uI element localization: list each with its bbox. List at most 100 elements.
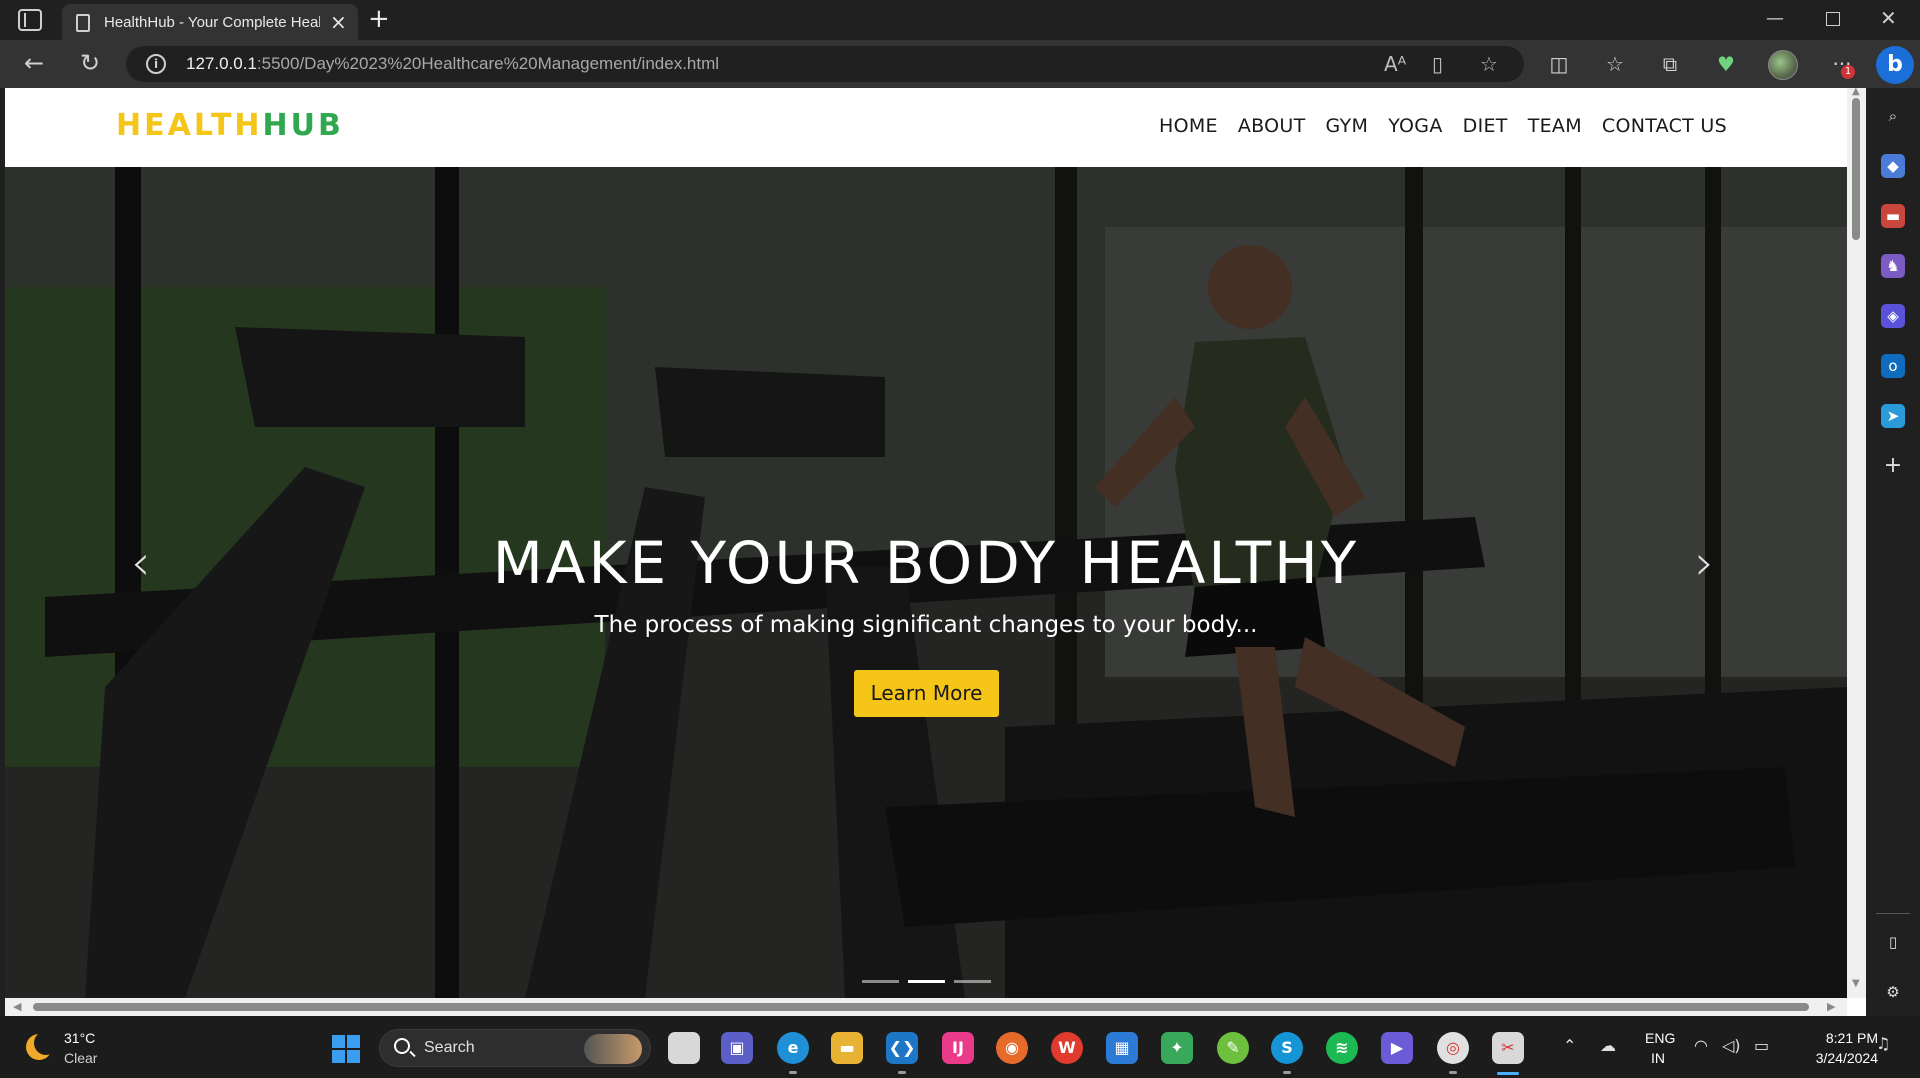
drop-send-icon[interactable]: ➤	[1881, 404, 1905, 428]
edge-sidebar: ⌕ ◆ ▬ ♞ ◈ o ➤ + ▯ ⚙	[1866, 88, 1920, 1016]
skype-icon[interactable]: S	[1271, 1032, 1303, 1064]
read-aloud-icon[interactable]: Aᴬ	[1384, 52, 1406, 76]
games-icon[interactable]: ♞	[1881, 254, 1905, 278]
favorite-star-icon[interactable]: ☆	[1480, 52, 1498, 76]
restore-button[interactable]	[1826, 12, 1840, 26]
browser-essentials-icon[interactable]: ♥	[1712, 50, 1740, 78]
logo-hub: HUB	[262, 108, 344, 143]
wifi-icon[interactable]: ◠	[1694, 1036, 1708, 1055]
minimize-button[interactable]: —	[1766, 8, 1784, 29]
notification-badge: 1	[1841, 65, 1855, 79]
browser-titlebar: HealthHub - Your Complete Heal × + — ✕	[0, 0, 1920, 40]
back-button[interactable]: ←	[18, 48, 50, 80]
url-host: 127.0.0.1	[186, 54, 257, 73]
horizontal-scrollbar[interactable]: ◀ ▶	[5, 998, 1847, 1016]
hero-carousel: ‹ › MAKE YOUR BODY HEALTHY The process o…	[5, 167, 1847, 998]
carousel-indicator-active[interactable]	[908, 980, 945, 983]
nav-gym[interactable]: GYM	[1326, 115, 1369, 137]
favorites-icon[interactable]: ☆	[1601, 50, 1629, 78]
chrome-icon[interactable]: ◎	[1437, 1032, 1469, 1064]
immersive-reader-icon[interactable]: ▯	[1432, 52, 1443, 76]
browser-toolbar: ← ↻ i 127.0.0.1:5500/Day%2023%20Healthca…	[0, 40, 1920, 88]
tools-briefcase-icon[interactable]: ▬	[1881, 204, 1905, 228]
edge-icon[interactable]: e	[777, 1032, 809, 1064]
carousel-indicator[interactable]	[954, 980, 991, 983]
sidebar-divider	[1876, 913, 1910, 914]
firefox-icon[interactable]: ◉	[996, 1032, 1028, 1064]
windows-taskbar: 31°C Clear Search ▣ e ▬ ❮❯ IJ ◉ W ▦ ✦ ✎ …	[0, 1016, 1920, 1078]
language-indicator[interactable]: ENG	[1645, 1030, 1675, 1046]
hero-subtitle: The process of making significant change…	[594, 612, 1258, 638]
collections-icon[interactable]: ⧉	[1656, 50, 1684, 78]
notification-bell-icon[interactable]: ♫	[1876, 1034, 1890, 1053]
close-tab-icon[interactable]: ×	[330, 10, 347, 34]
browser-tab-active[interactable]: HealthHub - Your Complete Heal ×	[62, 4, 358, 40]
page-viewport: HEALTHHUB HOME ABOUT GYM YOGA DIET TEAM …	[5, 88, 1866, 1016]
carousel-indicator[interactable]	[862, 980, 899, 983]
weather-condition[interactable]: Clear	[64, 1050, 97, 1066]
nav-contact-us[interactable]: CONTACT US	[1602, 115, 1727, 137]
photo-app-icon[interactable]: ✦	[1161, 1032, 1193, 1064]
search-highlight-image	[584, 1034, 642, 1064]
wps-office-icon[interactable]: W	[1051, 1032, 1083, 1064]
show-hidden-icons-chevron-icon[interactable]: ⌃	[1563, 1036, 1576, 1055]
clock-date[interactable]: 3/24/2024	[1796, 1050, 1878, 1066]
start-button[interactable]	[332, 1035, 360, 1063]
battery-icon[interactable]: ▭	[1754, 1036, 1769, 1055]
copilot-icon[interactable]: ◈	[1881, 304, 1905, 328]
nav-yoga[interactable]: YOGA	[1388, 115, 1442, 137]
volume-icon[interactable]: ◁)	[1722, 1036, 1741, 1055]
new-tab-button[interactable]: +	[368, 4, 390, 34]
site-logo[interactable]: HEALTHHUB	[116, 108, 344, 143]
vscode-icon[interactable]: ❮❯	[886, 1032, 918, 1064]
page-icon	[76, 14, 90, 32]
task-view-icon[interactable]	[668, 1032, 700, 1064]
close-window-button[interactable]: ✕	[1880, 6, 1897, 30]
tab-title: HealthHub - Your Complete Heal	[104, 14, 320, 31]
nav-diet[interactable]: DIET	[1463, 115, 1508, 137]
vertical-scroll-thumb[interactable]	[1852, 98, 1860, 240]
feather-app-icon[interactable]: ✎	[1217, 1032, 1249, 1064]
snipping-tool-icon[interactable]: ✂	[1492, 1032, 1524, 1064]
region-indicator[interactable]: IN	[1651, 1050, 1665, 1066]
running-indicator	[898, 1071, 906, 1074]
teams-icon[interactable]: ▣	[721, 1032, 753, 1064]
file-explorer-icon[interactable]: ▬	[831, 1032, 863, 1064]
learn-more-button[interactable]: Learn More	[854, 670, 999, 717]
url-text[interactable]: 127.0.0.1:5500/Day%2023%20Healthcare%20M…	[186, 54, 719, 74]
profile-avatar[interactable]	[1768, 50, 1798, 80]
carousel-indicators	[862, 980, 991, 983]
vertical-scrollbar[interactable]: ▲ ▼	[1847, 88, 1866, 998]
split-screen-icon[interactable]: ◫	[1545, 50, 1573, 78]
refresh-button[interactable]: ↻	[74, 48, 106, 80]
onedrive-icon[interactable]: ☁	[1600, 1036, 1616, 1055]
tab-actions-icon[interactable]	[18, 9, 42, 31]
moon-weather-icon[interactable]	[26, 1031, 58, 1060]
hero-title: MAKE YOUR BODY HEALTHY	[492, 529, 1360, 597]
outlook-icon[interactable]: o	[1881, 354, 1905, 378]
shopping-tag-icon[interactable]: ◆	[1881, 154, 1905, 178]
hide-sidebar-icon[interactable]: ▯	[1881, 930, 1905, 954]
sidebar-settings-icon[interactable]: ⚙	[1881, 980, 1905, 1004]
clipchamp-icon[interactable]: ▶	[1381, 1032, 1413, 1064]
nav-team[interactable]: TEAM	[1528, 115, 1582, 137]
taskbar-search[interactable]: Search	[379, 1029, 651, 1067]
running-indicator	[1283, 1071, 1291, 1074]
site-info-icon[interactable]: i	[146, 54, 166, 74]
intellij-icon[interactable]: IJ	[942, 1032, 974, 1064]
add-sidebar-app-icon[interactable]: +	[1881, 454, 1905, 478]
horizontal-scroll-thumb[interactable]	[33, 1003, 1809, 1011]
nav-about[interactable]: ABOUT	[1238, 115, 1306, 137]
scroll-right-arrow-icon[interactable]: ▶	[1827, 1000, 1835, 1013]
weather-temperature[interactable]: 31°C	[64, 1030, 95, 1046]
scroll-up-arrow-icon[interactable]: ▲	[1852, 88, 1860, 97]
scroll-down-arrow-icon[interactable]: ▼	[1852, 978, 1860, 989]
copilot-button[interactable]: b	[1876, 46, 1914, 84]
scroll-left-arrow-icon[interactable]: ◀	[13, 1000, 21, 1013]
clock-time[interactable]: 8:21 PM	[1812, 1030, 1878, 1046]
address-bar[interactable]: i 127.0.0.1:5500/Day%2023%20Healthcare%2…	[126, 46, 1524, 82]
search-icon[interactable]: ⌕	[1881, 104, 1905, 128]
nav-home[interactable]: HOME	[1159, 115, 1218, 137]
spotify-icon[interactable]: ≋	[1326, 1032, 1358, 1064]
microsoft-store-icon[interactable]: ▦	[1106, 1032, 1138, 1064]
